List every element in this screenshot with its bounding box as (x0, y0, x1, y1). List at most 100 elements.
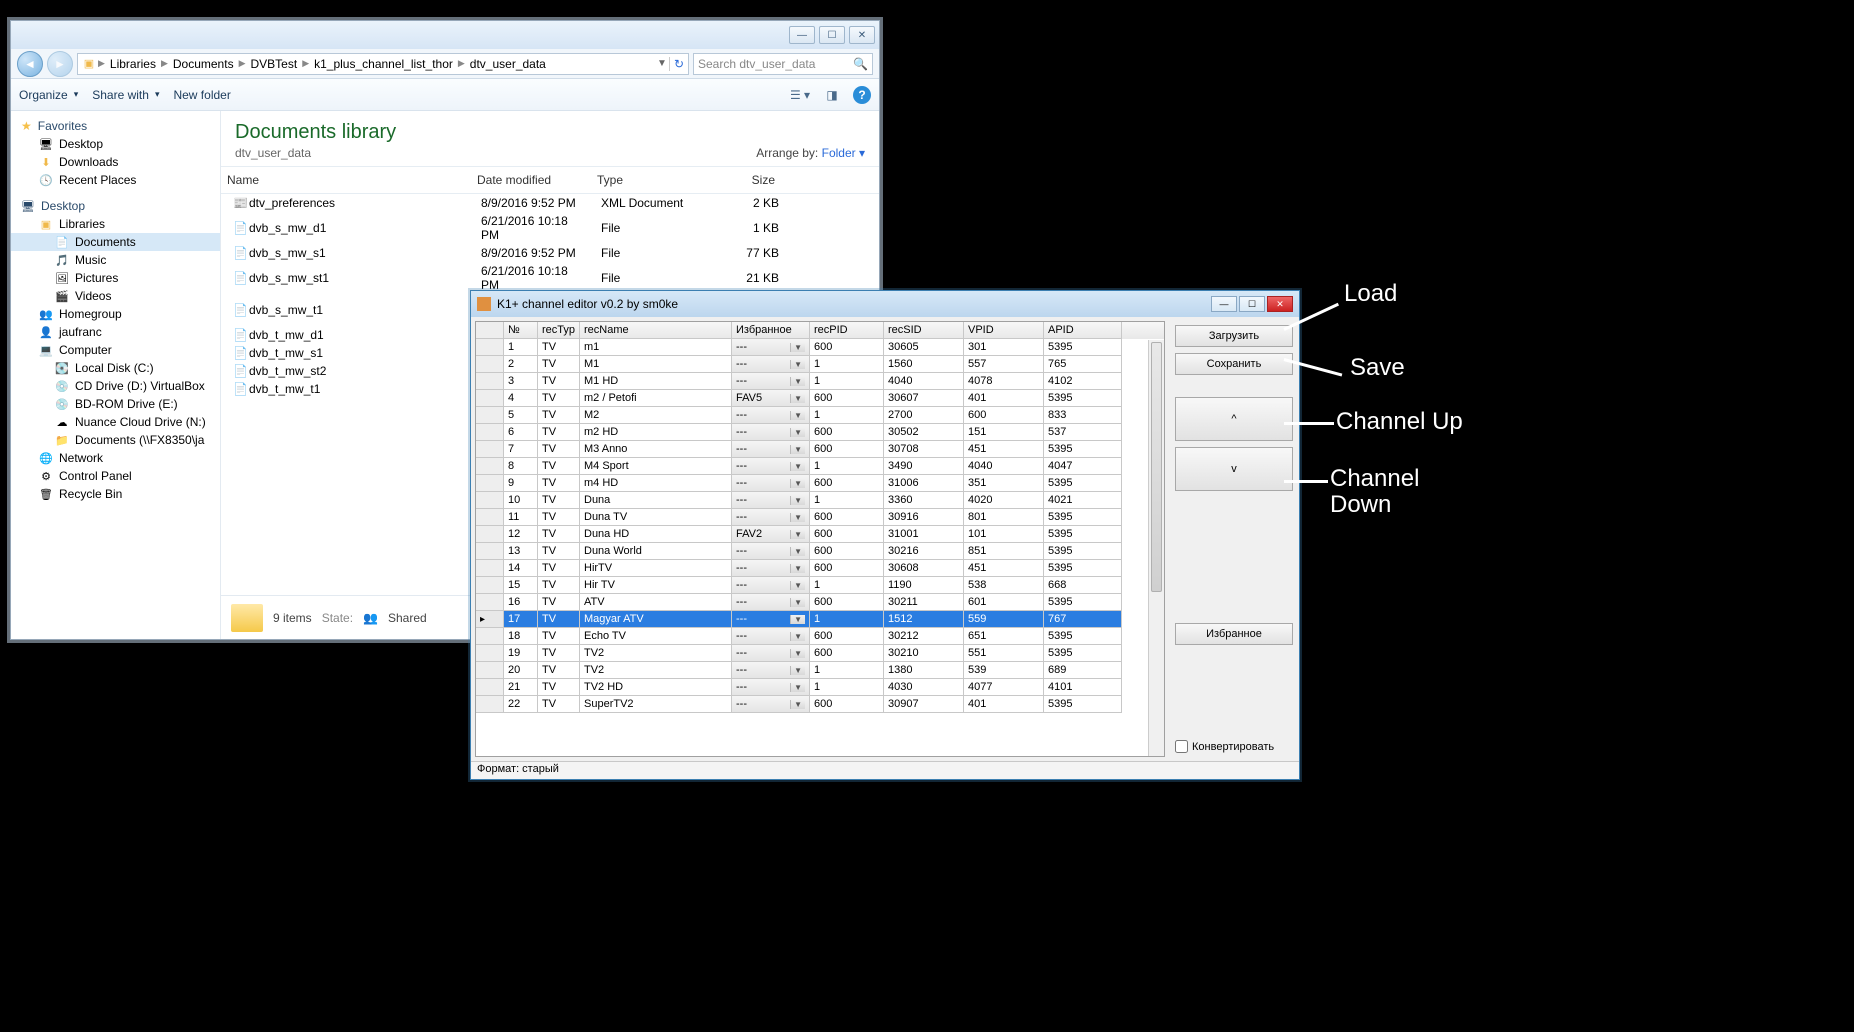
cell-name[interactable]: m2 HD (580, 424, 732, 441)
arrange-dropdown[interactable]: Folder ▾ (822, 146, 865, 160)
share-button[interactable]: Share with (92, 88, 159, 102)
cell-apid[interactable]: 5395 (1044, 509, 1122, 526)
sidebar-item-network[interactable]: 🌐Network (11, 449, 220, 467)
cell-fav-dropdown[interactable]: --- (732, 628, 810, 645)
cell-no[interactable]: 9 (504, 475, 538, 492)
cell-recpid[interactable]: 1 (810, 356, 884, 373)
cell-type[interactable]: TV (538, 679, 580, 696)
col-name[interactable]: Name (221, 171, 471, 189)
cell-fav-dropdown[interactable]: --- (732, 509, 810, 526)
cell-vpid[interactable]: 551 (964, 645, 1044, 662)
cell-type[interactable]: TV (538, 407, 580, 424)
cell-fav-dropdown[interactable]: --- (732, 407, 810, 424)
sidebar-item-recyclebin[interactable]: 🗑Recycle Bin (11, 485, 220, 503)
cell-fav-dropdown[interactable]: --- (732, 662, 810, 679)
cell-no[interactable]: 10 (504, 492, 538, 509)
col-no[interactable]: № (504, 322, 538, 339)
cell-apid[interactable]: 5395 (1044, 696, 1122, 713)
grid-row[interactable]: 14 TV HirTV --- 600 30608 451 5395 (476, 560, 1164, 577)
row-header[interactable] (476, 424, 504, 441)
cell-name[interactable]: M1 (580, 356, 732, 373)
cell-type[interactable]: TV (538, 475, 580, 492)
cell-no[interactable]: 12 (504, 526, 538, 543)
cell-recsid[interactable]: 31006 (884, 475, 964, 492)
cell-recsid[interactable]: 30210 (884, 645, 964, 662)
bc-item[interactable]: DVBTest (248, 57, 301, 71)
grid-row[interactable]: 10 TV Duna --- 1 3360 4020 4021 (476, 492, 1164, 509)
cell-name[interactable]: Hir TV (580, 577, 732, 594)
cell-recpid[interactable]: 600 (810, 475, 884, 492)
cell-no[interactable]: 14 (504, 560, 538, 577)
sidebar-item-netdocs[interactable]: 📁Documents (\\FX8350\ja (11, 431, 220, 449)
col-recpid[interactable]: recPID (810, 322, 884, 339)
scrollbar-thumb[interactable] (1151, 342, 1162, 592)
cell-fav-dropdown[interactable]: --- (732, 645, 810, 662)
grid-row[interactable]: 12 TV Duna HD FAV2 600 31001 101 5395 (476, 526, 1164, 543)
cell-name[interactable]: Duna HD (580, 526, 732, 543)
sidebar-item-music[interactable]: 🎵Music (11, 251, 220, 269)
cell-vpid[interactable]: 351 (964, 475, 1044, 492)
cell-recpid[interactable]: 600 (810, 594, 884, 611)
sidebar-desktop[interactable]: 🖥Desktop (11, 197, 220, 215)
grid-row[interactable]: 8 TV M4 Sport --- 1 3490 4040 4047 (476, 458, 1164, 475)
cell-vpid[interactable]: 4040 (964, 458, 1044, 475)
cell-apid[interactable]: 4021 (1044, 492, 1122, 509)
cell-type[interactable]: TV (538, 594, 580, 611)
cell-recsid[interactable]: 30212 (884, 628, 964, 645)
channel-down-button[interactable]: v (1175, 447, 1293, 491)
col-size[interactable]: Size (701, 171, 781, 189)
cell-fav-dropdown[interactable]: --- (732, 424, 810, 441)
grid-row[interactable]: 4 TV m2 / Petofi FAV5 600 30607 401 5395 (476, 390, 1164, 407)
cell-apid[interactable]: 5395 (1044, 475, 1122, 492)
cell-apid[interactable]: 765 (1044, 356, 1122, 373)
cell-recpid[interactable]: 600 (810, 696, 884, 713)
cell-vpid[interactable]: 4077 (964, 679, 1044, 696)
grid-row[interactable]: 21 TV TV2 HD --- 1 4030 4077 4101 (476, 679, 1164, 696)
cell-recpid[interactable]: 1 (810, 407, 884, 424)
grid-row[interactable]: 5 TV M2 --- 1 2700 600 833 (476, 407, 1164, 424)
grid-row[interactable]: 6 TV m2 HD --- 600 30502 151 537 (476, 424, 1164, 441)
scrollbar[interactable] (1148, 340, 1164, 756)
cell-recpid[interactable]: 1 (810, 679, 884, 696)
cell-type[interactable]: TV (538, 577, 580, 594)
grid-row[interactable]: 1 TV m1 --- 600 30605 301 5395 (476, 339, 1164, 356)
grid-row[interactable]: 20 TV TV2 --- 1 1380 539 689 (476, 662, 1164, 679)
sidebar-item-videos[interactable]: 🎬Videos (11, 287, 220, 305)
newfolder-button[interactable]: New folder (173, 88, 230, 102)
sidebar-item-libraries[interactable]: ▣Libraries (11, 215, 220, 233)
row-header[interactable] (476, 679, 504, 696)
sidebar-item-downloads[interactable]: ⬇Downloads (11, 153, 220, 171)
file-row[interactable]: 📄 dvb_s_mw_d1 6/21/2016 10:18 PM File 1 … (221, 212, 879, 244)
sidebar-item-documents[interactable]: 📄Documents (11, 233, 220, 251)
cell-recsid[interactable]: 3360 (884, 492, 964, 509)
cell-type[interactable]: TV (538, 628, 580, 645)
cell-no[interactable]: 5 (504, 407, 538, 424)
sidebar-item-disk-c[interactable]: 💽Local Disk (C:) (11, 359, 220, 377)
cell-recpid[interactable]: 600 (810, 560, 884, 577)
cell-apid[interactable]: 537 (1044, 424, 1122, 441)
cell-fav-dropdown[interactable]: --- (732, 543, 810, 560)
channel-up-button[interactable]: ^ (1175, 397, 1293, 441)
cell-recsid[interactable]: 30211 (884, 594, 964, 611)
cell-type[interactable]: TV (538, 441, 580, 458)
cell-no[interactable]: 20 (504, 662, 538, 679)
cell-type[interactable]: TV (538, 373, 580, 390)
cell-fav-dropdown[interactable]: --- (732, 373, 810, 390)
row-header[interactable] (476, 526, 504, 543)
cell-type[interactable]: TV (538, 611, 580, 628)
cell-no[interactable]: 21 (504, 679, 538, 696)
grid-row[interactable]: 11 TV Duna TV --- 600 30916 801 5395 (476, 509, 1164, 526)
column-headers[interactable]: Name Date modified Type Size (221, 167, 879, 194)
sidebar-item-bd-e[interactable]: 💿BD-ROM Drive (E:) (11, 395, 220, 413)
row-header[interactable] (476, 356, 504, 373)
cell-apid[interactable]: 767 (1044, 611, 1122, 628)
cell-vpid[interactable]: 451 (964, 560, 1044, 577)
help-icon[interactable]: ? (853, 86, 871, 104)
cell-vpid[interactable]: 601 (964, 594, 1044, 611)
cell-recpid[interactable]: 600 (810, 390, 884, 407)
bc-item[interactable]: k1_plus_channel_list_thor (311, 57, 456, 71)
cell-vpid[interactable]: 557 (964, 356, 1044, 373)
cell-recsid[interactable]: 1190 (884, 577, 964, 594)
cell-apid[interactable]: 5395 (1044, 560, 1122, 577)
cell-recsid[interactable]: 30708 (884, 441, 964, 458)
